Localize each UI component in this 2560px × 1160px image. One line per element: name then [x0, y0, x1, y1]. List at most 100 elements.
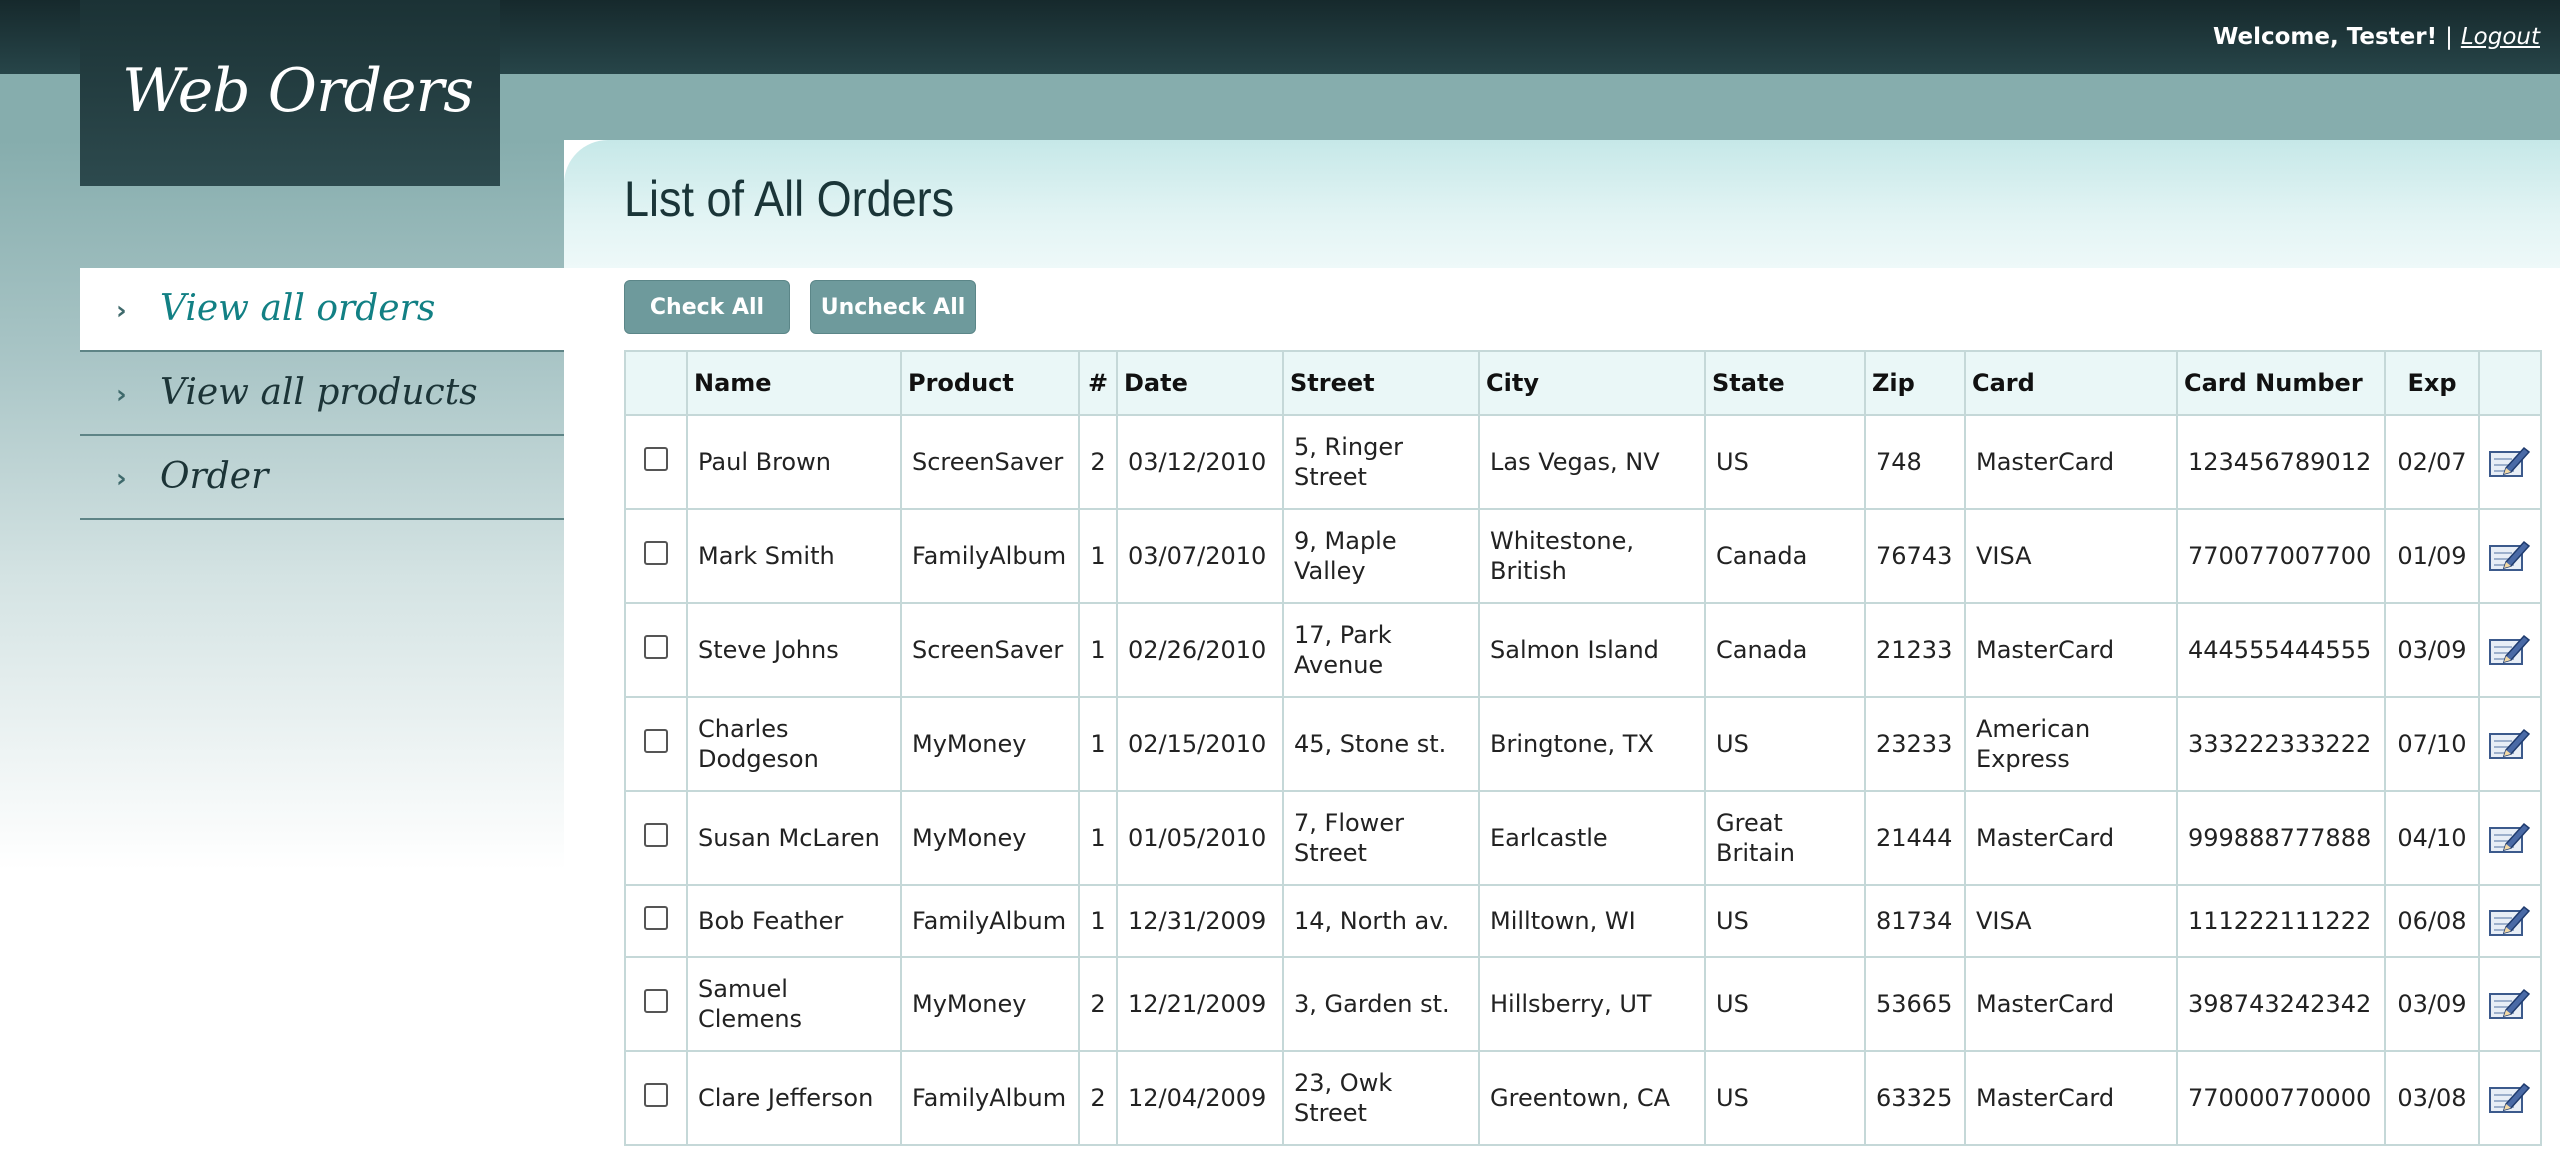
row-checkbox[interactable] — [644, 540, 668, 565]
row-edit-cell — [2478, 956, 2542, 1052]
cell-date: 03/07/2010 — [1116, 508, 1284, 604]
cell-zip: 81734 — [1864, 884, 1966, 958]
row-edit-cell — [2478, 508, 2542, 604]
column-header-date: Date — [1116, 350, 1284, 416]
table-row: Mark Smith FamilyAlbum 1 03/07/2010 9, M… — [624, 508, 2542, 604]
page-header: List of All Orders — [564, 140, 2560, 268]
cell-quantity: 2 — [1078, 1050, 1118, 1146]
edit-icon[interactable] — [2488, 726, 2532, 762]
cell-card: MasterCard — [1964, 956, 2178, 1052]
nav-item-view-all-products[interactable]: › View all products — [80, 352, 564, 436]
cell-card-number: 444555444555 — [2176, 602, 2386, 698]
cell-card-number: 999888777888 — [2176, 790, 2386, 886]
row-select-cell — [624, 508, 688, 604]
cell-name: Mark Smith — [686, 508, 902, 604]
logout-link[interactable]: Logout — [2461, 24, 2540, 50]
cell-quantity: 1 — [1078, 790, 1118, 886]
user-welcome: Welcome, Tester! | Logout — [2213, 24, 2540, 50]
cell-card: American Express — [1964, 696, 2178, 792]
cell-city: Bringtone, TX — [1478, 696, 1706, 792]
orders-table: Name Product # Date Street City State Zi… — [624, 350, 2542, 1146]
cell-exp: 03/09 — [2384, 956, 2480, 1052]
page-title: List of All Orders — [624, 171, 955, 227]
row-select-cell — [624, 696, 688, 792]
cell-card-number: 111222111222 — [2176, 884, 2386, 958]
cell-street: 45, Stone st. — [1282, 696, 1480, 792]
table-row: Bob Feather FamilyAlbum 1 12/31/2009 14,… — [624, 884, 2542, 958]
row-checkbox[interactable] — [644, 446, 668, 471]
column-header-edit — [2478, 350, 2542, 416]
cell-exp: 03/09 — [2384, 602, 2480, 698]
table-row: Charles Dodgeson MyMoney 1 02/15/2010 45… — [624, 696, 2542, 792]
cell-zip: 23233 — [1864, 696, 1966, 792]
cell-card: MasterCard — [1964, 602, 2178, 698]
row-select-cell — [624, 790, 688, 886]
row-checkbox[interactable] — [644, 634, 668, 659]
cell-zip: 21444 — [1864, 790, 1966, 886]
edit-icon[interactable] — [2488, 538, 2532, 574]
row-checkbox[interactable] — [644, 905, 668, 930]
check-all-button[interactable]: Check All — [624, 280, 790, 334]
cell-city: Salmon Island — [1478, 602, 1706, 698]
cell-street: 23, Owk Street — [1282, 1050, 1480, 1146]
edit-icon[interactable] — [2488, 903, 2532, 939]
cell-state: US — [1704, 696, 1866, 792]
row-checkbox[interactable] — [644, 988, 668, 1013]
cell-zip: 53665 — [1864, 956, 1966, 1052]
cell-state: US — [1704, 1050, 1866, 1146]
cell-name: Paul Brown — [686, 414, 902, 510]
cell-exp: 01/09 — [2384, 508, 2480, 604]
cell-city: Earlcastle — [1478, 790, 1706, 886]
table-row: Paul Brown ScreenSaver 2 03/12/2010 5, R… — [624, 414, 2542, 510]
cell-name: Charles Dodgeson — [686, 696, 902, 792]
column-header-city: City — [1478, 350, 1706, 416]
cell-city: Greentown, CA — [1478, 1050, 1706, 1146]
app-logo: Web Orders — [80, 0, 500, 186]
cell-product: ScreenSaver — [900, 414, 1080, 510]
row-checkbox[interactable] — [644, 728, 668, 753]
cell-state: Great Britain — [1704, 790, 1866, 886]
row-checkbox[interactable] — [644, 1082, 668, 1107]
cell-date: 12/21/2009 — [1116, 956, 1284, 1052]
row-edit-cell — [2478, 696, 2542, 792]
cell-state: Canada — [1704, 508, 1866, 604]
cell-city: Milltown, WI — [1478, 884, 1706, 958]
cell-quantity: 1 — [1078, 884, 1118, 958]
cell-card-number: 123456789012 — [2176, 414, 2386, 510]
cell-quantity: 2 — [1078, 956, 1118, 1052]
cell-zip: 76743 — [1864, 508, 1966, 604]
column-header-quantity: # — [1078, 350, 1118, 416]
nav-item-view-all-orders[interactable]: › View all orders — [80, 268, 564, 352]
cell-product: ScreenSaver — [900, 602, 1080, 698]
cell-city: Hillsberry, UT — [1478, 956, 1706, 1052]
table-row: Clare Jefferson FamilyAlbum 2 12/04/2009… — [624, 1050, 2542, 1146]
cell-name: Clare Jefferson — [686, 1050, 902, 1146]
cell-product: MyMoney — [900, 956, 1080, 1052]
row-checkbox[interactable] — [644, 822, 668, 847]
edit-icon[interactable] — [2488, 986, 2532, 1022]
column-header-product: Product — [900, 350, 1080, 416]
cell-exp: 06/08 — [2384, 884, 2480, 958]
uncheck-all-button[interactable]: Uncheck All — [810, 280, 976, 334]
cell-exp: 02/07 — [2384, 414, 2480, 510]
edit-icon[interactable] — [2488, 444, 2532, 480]
cell-card-number: 770077007700 — [2176, 508, 2386, 604]
edit-icon[interactable] — [2488, 632, 2532, 668]
logo-title: Web Orders — [122, 56, 474, 126]
cell-street: 5, Ringer Street — [1282, 414, 1480, 510]
column-header-exp: Exp — [2384, 350, 2480, 416]
nav-item-order[interactable]: › Order — [80, 436, 564, 520]
table-row: Susan McLaren MyMoney 1 01/05/2010 7, Fl… — [624, 790, 2542, 886]
cell-product: FamilyAlbum — [900, 884, 1080, 958]
edit-icon[interactable] — [2488, 1080, 2532, 1116]
edit-icon[interactable] — [2488, 820, 2532, 856]
cell-zip: 21233 — [1864, 602, 1966, 698]
cell-card: VISA — [1964, 884, 2178, 958]
nav-item-label: View all orders — [160, 288, 436, 329]
row-select-cell — [624, 956, 688, 1052]
cell-name: Steve Johns — [686, 602, 902, 698]
cell-date: 02/15/2010 — [1116, 696, 1284, 792]
chevron-right-icon: › — [116, 464, 127, 494]
column-header-street: Street — [1282, 350, 1480, 416]
chevron-right-icon: › — [116, 296, 127, 326]
